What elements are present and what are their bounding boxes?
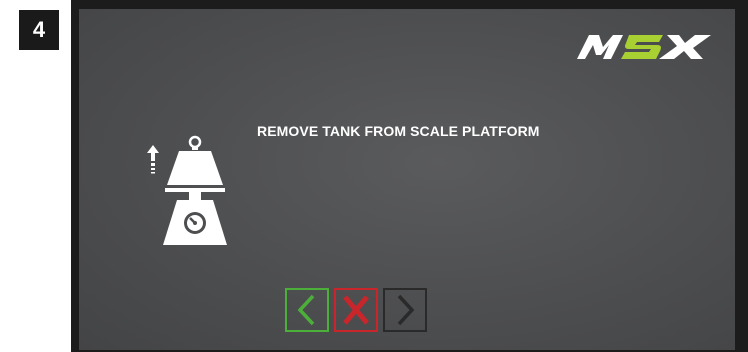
next-button[interactable] (383, 288, 427, 332)
close-x-icon (343, 295, 369, 325)
back-button[interactable] (285, 288, 329, 332)
cancel-button[interactable] (334, 288, 378, 332)
step-number-badge: 4 (19, 10, 59, 50)
tank-on-scale-lift-icon (147, 135, 227, 245)
instruction-text: REMOVE TANK FROM SCALE PLATFORM (257, 123, 540, 139)
device-bezel: REMOVE TANK FROM SCALE PLATFORM (71, 0, 748, 352)
chevron-right-icon (397, 294, 415, 326)
msx-logo (577, 35, 711, 59)
navigation-bar (285, 288, 427, 332)
device-screen: REMOVE TANK FROM SCALE PLATFORM (79, 9, 735, 350)
chevron-left-icon (297, 294, 315, 326)
step-number: 4 (32, 17, 46, 42)
